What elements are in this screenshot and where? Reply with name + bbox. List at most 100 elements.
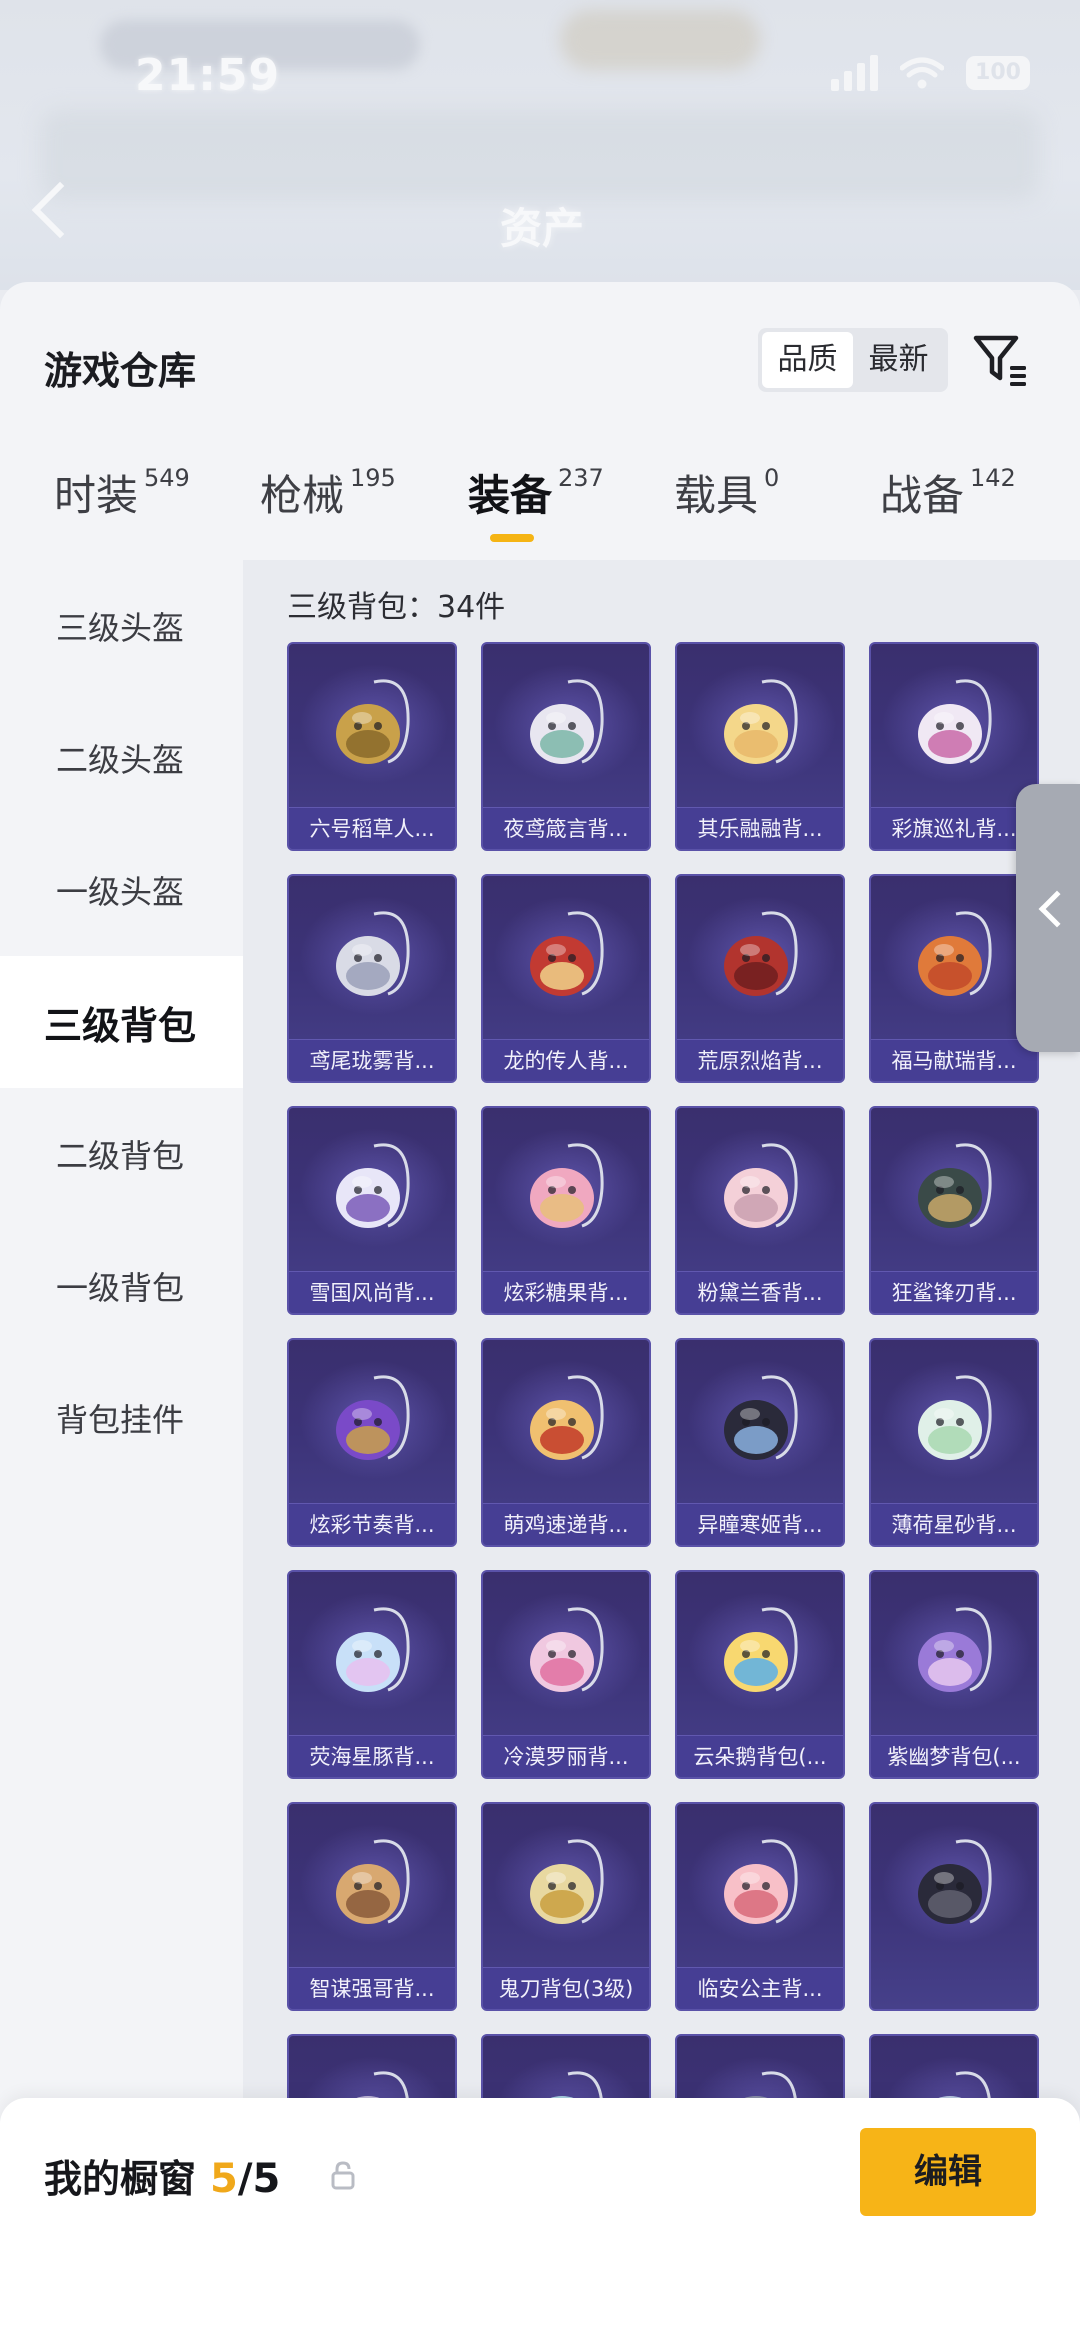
item-name: 彩旗巡礼背... [871, 807, 1037, 849]
item-card[interactable]: 紫幽梦背包(... [869, 1570, 1039, 1779]
shark-backpack-icon [918, 1143, 992, 1228]
item-name: 福马献瑞背... [871, 1039, 1037, 1081]
item-name: 临安公主背... [677, 1967, 843, 2009]
item-name: 荒原烈焰背... [677, 1039, 843, 1081]
item-card[interactable]: 龙的传人背... [481, 874, 651, 1083]
red-dragon-backpack-icon [530, 911, 604, 996]
crystal-backpack-icon [336, 911, 410, 996]
status-time: 21:59 [135, 50, 281, 101]
sidebar-item-level3-backpack[interactable]: 三级背包 [0, 956, 243, 1088]
sort-toggle: 品质 最新 [758, 328, 948, 392]
chick-backpack-icon [530, 1375, 604, 1460]
item-card[interactable]: 异瞳寒姬背... [675, 1338, 845, 1547]
showcase-separator: / [237, 2156, 253, 2202]
tab-count: 549 [144, 464, 190, 492]
item-name: 云朵鹅背包(... [677, 1735, 843, 1777]
item-name: 紫幽梦背包(... [871, 1735, 1037, 1777]
item-card[interactable]: 狂鲨锋刃背... [869, 1106, 1039, 1315]
sidebar-item-backpack-charm[interactable]: 背包挂件 [0, 1352, 243, 1484]
item-card[interactable]: 福马献瑞背... [869, 874, 1039, 1083]
violet-backpack-icon [918, 1607, 992, 1692]
tab-fashion[interactable]: 时装 549 [54, 462, 190, 523]
item-card[interactable]: 彩旗巡礼背... [869, 642, 1039, 851]
blade-backpack-icon [530, 1839, 604, 1924]
wifi-icon [900, 57, 944, 89]
sort-option-quality[interactable]: 品质 [762, 332, 853, 388]
signal-icon [831, 55, 878, 91]
sidebar-item-level2-helmet[interactable]: 二级头盔 [0, 692, 243, 824]
item-name: 冷漠罗丽背... [483, 1735, 649, 1777]
item-card[interactable]: 夜鸢箴言背... [481, 642, 651, 851]
blurred-header-content [560, 10, 760, 70]
side-drawer-handle[interactable] [1016, 784, 1080, 1052]
item-card[interactable]: 鸢尾珑雾背... [287, 874, 457, 1083]
tab-count: 0 [764, 464, 780, 492]
heart-backpack-icon [530, 1607, 604, 1692]
sidebar-item-level3-helmet[interactable]: 三级头盔 [0, 560, 243, 692]
section-count: 三级背包：34件 [287, 590, 506, 625]
item-card[interactable]: 荧海星豚背... [287, 1570, 457, 1779]
sidebar-item-level2-backpack[interactable]: 二级背包 [0, 1088, 243, 1220]
tab-equipment[interactable]: 装备 237 [468, 462, 604, 523]
item-card[interactable]: 冷漠罗丽背... [481, 1570, 651, 1779]
category-tabs: 时装 549 枪械 195 装备 237 载具 0 战备 142 [0, 462, 1080, 542]
item-name: 雪国风尚背... [289, 1271, 455, 1313]
blurred-header-content [40, 110, 1040, 200]
edit-button[interactable]: 编辑 [860, 2128, 1036, 2216]
tab-firearms[interactable]: 枪械 195 [260, 462, 396, 523]
page-title: 资产 [500, 204, 585, 253]
tab-count: 142 [970, 464, 1016, 492]
tab-count: 237 [558, 464, 604, 492]
category-sidebar: 三级头盔 二级头盔 一级头盔 三级背包 二级背包 一级背包 背包挂件 [0, 560, 243, 2341]
showcase-bar: 我的橱窗 5 / 5 编辑 [0, 2098, 1080, 2341]
item-card[interactable]: 荒原烈焰背... [675, 874, 845, 1083]
item-name: 夜鸢箴言背... [483, 807, 649, 849]
item-card[interactable]: 薄荷星砂背... [869, 1338, 1039, 1547]
item-card[interactable]: 粉黛兰香背... [675, 1106, 845, 1315]
item-card[interactable]: 萌鸡速递背... [481, 1338, 651, 1547]
orchid-backpack-icon [724, 1143, 798, 1228]
item-card[interactable]: 六号稻草人... [287, 642, 457, 851]
item-name: 炫彩糖果背... [483, 1271, 649, 1313]
penguin-backpack-icon [336, 1143, 410, 1228]
lock-icon [331, 2161, 355, 2190]
flower-backpack-icon [724, 1839, 798, 1924]
dolphin-backpack-icon [336, 1607, 410, 1692]
bear-backpack-icon [336, 1839, 410, 1924]
showcase-total: 5 [252, 2156, 281, 2202]
item-card[interactable]: 雪国风尚背... [287, 1106, 457, 1315]
sidebar-item-level1-helmet[interactable]: 一级头盔 [0, 824, 243, 956]
item-name: 荧海星豚背... [289, 1735, 455, 1777]
item-name: 龙的传人背... [483, 1039, 649, 1081]
item-card[interactable]: 炫彩糖果背... [481, 1106, 651, 1315]
item-name: 狂鲨锋刃背... [871, 1271, 1037, 1313]
battery-icon: 100 [966, 56, 1030, 90]
sort-option-newest[interactable]: 最新 [853, 332, 944, 388]
item-name: 其乐融融背... [677, 807, 843, 849]
item-card[interactable]: 其乐融融背... [675, 642, 845, 851]
item-name: 智谋强哥背... [289, 1967, 455, 2009]
filter-icon[interactable] [970, 330, 1032, 392]
item-card[interactable] [869, 1802, 1039, 2011]
warehouse-sheet: 游戏仓库 品质 最新 时装 549 枪械 195 装备 237 载具 0 战备 … [0, 282, 1080, 2341]
warehouse-title: 游戏仓库 [44, 349, 197, 393]
item-card[interactable]: 鬼刀背包(3级) [481, 1802, 651, 2011]
donut-backpack-icon [530, 1143, 604, 1228]
item-card[interactable]: 云朵鹅背包(... [675, 1570, 845, 1779]
tab-label: 时装 [54, 471, 139, 520]
tab-vehicles[interactable]: 载具 0 [674, 462, 779, 523]
mint-backpack-icon [918, 1375, 992, 1460]
sidebar-item-level1-backpack[interactable]: 一级背包 [0, 1220, 243, 1352]
status-icons: 100 [831, 55, 1030, 91]
item-card[interactable]: 智谋强哥背... [287, 1802, 457, 2011]
bell-flower-backpack-icon [530, 679, 604, 764]
item-name: 粉黛兰香背... [677, 1271, 843, 1313]
item-card[interactable]: 临安公主背... [675, 1802, 845, 2011]
flame-backpack-icon [724, 911, 798, 996]
showcase-summary: 我的橱窗 5 / 5 [44, 2148, 280, 2203]
duck-backpack-icon [724, 1607, 798, 1692]
tab-supplies[interactable]: 战备 142 [880, 462, 1016, 523]
item-card[interactable]: 炫彩节奏背... [287, 1338, 457, 1547]
tab-label: 载具 [674, 471, 759, 520]
item-name: 鸢尾珑雾背... [289, 1039, 455, 1081]
